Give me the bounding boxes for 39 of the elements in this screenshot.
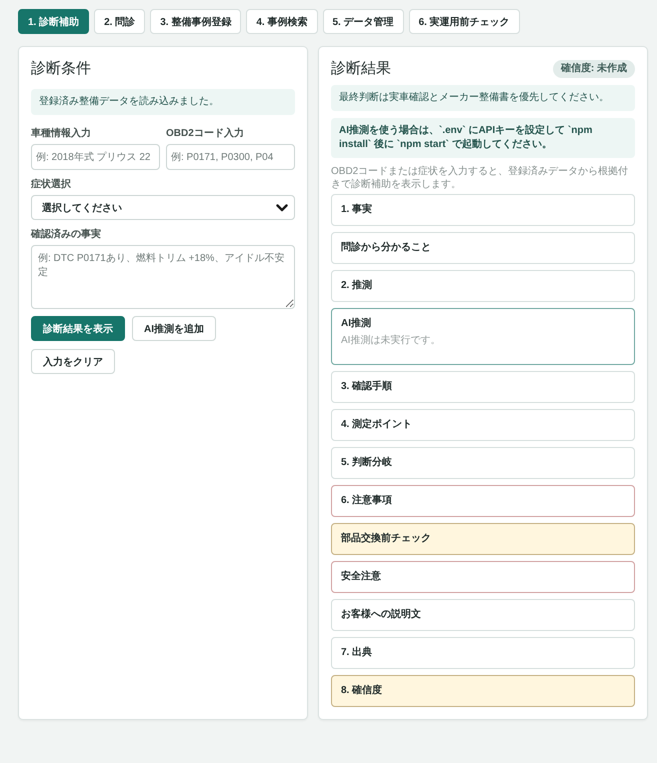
- section-title: 3. 確認手順: [341, 381, 394, 393]
- section-title: 1. 事実: [341, 204, 374, 216]
- secondary-button[interactable]: AI推測を追加: [132, 316, 216, 341]
- section-title: 6. 注意事項: [341, 495, 394, 507]
- section-title: お客様への説明文: [341, 609, 422, 621]
- field-label: 症状選択: [31, 178, 72, 191]
- nav-tab[interactable]: 5. データ管理: [322, 9, 404, 34]
- textarea-field[interactable]: 例: DTC P0171あり、燃料トリム +18%、アイドル不安定: [31, 245, 295, 309]
- section-title: AI推測: [341, 318, 372, 330]
- section-title: 8. 確信度: [341, 685, 384, 697]
- nav-tab[interactable]: 3. 整備事例登録: [150, 9, 242, 34]
- confidence-badge: 確信度: 未作成: [552, 60, 635, 78]
- symptom-select[interactable]: 選択してください: [31, 195, 295, 220]
- section-text: AI推測は未実行です。: [341, 334, 442, 347]
- panel-title: 診断条件: [31, 59, 92, 79]
- section-title: 5. 判断分岐: [341, 457, 394, 469]
- text-input-field[interactable]: 例: 2018年式 プリウス 22: [31, 144, 160, 170]
- nav-tab[interactable]: 6. 実運用前チェック: [408, 9, 520, 34]
- section-title: 4. 測定ポイント: [341, 419, 414, 431]
- field-label: 確認済みの事実: [31, 228, 102, 241]
- section-title: 安全注意: [341, 571, 382, 583]
- hint-text: OBD2コードまたは症状を入力すると、登録済みデータから根拠付きで診断補助を表示します。: [331, 165, 630, 191]
- section-title: 7. 出典: [341, 647, 374, 659]
- field-label: OBD2コード入力: [166, 127, 245, 140]
- info-notice: AI推測を使う場合は、`.env` にAPIキーを設定して `npm install` 後に `npm start` で起動してください。: [331, 118, 635, 158]
- secondary-button[interactable]: 入力をクリア: [31, 349, 115, 374]
- nav-tab[interactable]: 2. 問診: [94, 9, 146, 34]
- chevron-down-icon: [276, 204, 288, 212]
- section-title: 部品交換前チェック: [341, 533, 432, 545]
- text-input-field[interactable]: 例: P0171, P0300, P04: [166, 144, 295, 170]
- nav-tab[interactable]: 4. 事例検索: [246, 9, 318, 34]
- field-label: 車種情報入力: [31, 127, 92, 140]
- primary-button[interactable]: 診断結果を表示: [31, 316, 125, 341]
- info-notice: 最終判断は実車確認とメーカー整備書を優先してください。: [331, 85, 635, 111]
- nav-tab[interactable]: 1. 診断補助: [18, 9, 90, 34]
- section-title: 2. 推測: [341, 280, 374, 292]
- panel-title: 診断結果: [331, 59, 391, 79]
- section-title: 問診から分かること: [341, 242, 432, 254]
- info-notice: 登録済み整備データを読み込みました。: [31, 89, 295, 115]
